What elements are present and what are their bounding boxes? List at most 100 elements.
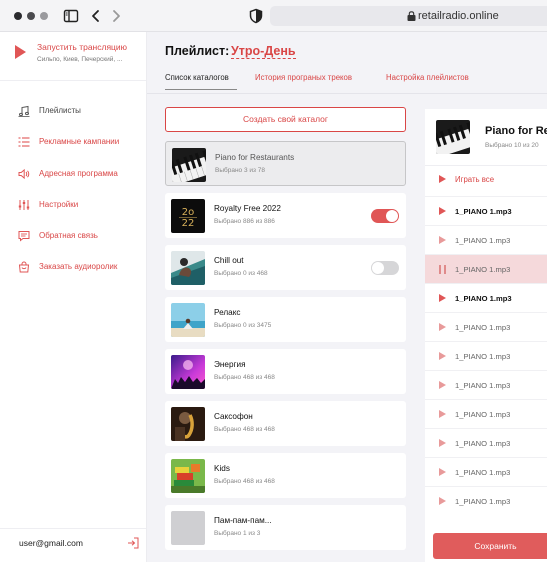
page-title: Плейлист: <box>165 44 230 58</box>
address-bar[interactable]: retailradio.online <box>270 6 547 26</box>
divider <box>0 80 146 81</box>
main-content: Плейлист: Утро-День Список каталогов Ист… <box>147 32 547 562</box>
back-arrow-icon[interactable] <box>88 8 104 24</box>
play-icon[interactable] <box>439 207 446 215</box>
catalog-thumbnail <box>171 355 205 389</box>
sidebar-menu: Плейлисты Рекламные кампании Адресная пр… <box>18 102 146 290</box>
play-all-label: Играть все <box>455 175 495 184</box>
minimize-window-button[interactable] <box>27 12 35 20</box>
track-row[interactable]: 1_PIANO 1.mp3 <box>425 283 547 312</box>
browser-toolbar: retailradio.online <box>0 0 547 32</box>
catalog-selected-count: Выбрано 886 из 886 <box>214 218 275 225</box>
track-row[interactable]: 1_PIANO 1.mp3 <box>425 370 547 399</box>
toggle-knob <box>372 262 384 274</box>
sidebar-item-order-audio[interactable]: Заказать аудиоролик <box>18 258 146 289</box>
active-tab-indicator <box>165 89 237 90</box>
track-name: 1_PIANO 1.mp3 <box>455 265 511 274</box>
sidebar-item-label: Заказать аудиоролик <box>39 262 118 272</box>
forward-arrow-icon[interactable] <box>108 8 124 24</box>
track-row[interactable]: 1_PIANO 1.mp3 <box>425 196 547 225</box>
lock-icon <box>407 11 416 21</box>
window-controls <box>14 12 48 20</box>
catalog-card-chill-out[interactable]: Chill out Выбрано 0 из 468 <box>165 245 406 290</box>
catalog-card-energy[interactable]: Энергия Выбрано 468 из 468 <box>165 349 406 394</box>
sidebar-item-address-program[interactable]: Адресная программа <box>18 165 146 196</box>
track-row[interactable]: 1_PIANO 1.mp3 <box>425 399 547 428</box>
sliders-icon <box>18 199 30 210</box>
sidebar-toggle-icon[interactable] <box>63 8 79 24</box>
track-row[interactable]: 1_PIANO 1.mp3 <box>425 341 547 370</box>
catalog-card-relax[interactable]: Релакс Выбрано 0 из 3475 <box>165 297 406 342</box>
track-row[interactable]: 1_PIANO 1.mp3 <box>425 312 547 341</box>
track-name: 1_PIANO 1.mp3 <box>455 497 511 506</box>
track-name: 1_PIANO 1.mp3 <box>455 294 512 303</box>
maximize-window-button[interactable] <box>40 12 48 20</box>
bag-icon <box>18 261 30 273</box>
play-icon[interactable] <box>439 497 446 505</box>
track-row[interactable]: 1_PIANO 1.mp3 <box>425 225 547 254</box>
catalog-name: Chill out <box>214 256 244 265</box>
playlist-name-selector[interactable]: Утро-День <box>231 44 296 59</box>
play-icon[interactable] <box>439 410 446 418</box>
track-row[interactable]: 1_PIANO 1.mp3 <box>425 457 547 486</box>
close-window-button[interactable] <box>14 12 22 20</box>
catalog-name: Саксофон <box>214 412 253 421</box>
create-catalog-button[interactable]: Создать свой каталог <box>165 107 406 132</box>
pause-icon[interactable] <box>439 265 447 274</box>
svg-text:22: 22 <box>182 218 195 229</box>
tab-catalog-list[interactable]: Список каталогов <box>165 73 229 82</box>
sidebar-item-label: Настройки <box>39 199 79 209</box>
sidebar: Запустить трансляцию Сильпо, Киев, Печер… <box>0 32 147 562</box>
play-icon[interactable] <box>439 439 446 447</box>
catalog-name: Энергия <box>214 360 246 369</box>
catalog-selected-count: Выбрано 468 из 468 <box>214 374 275 381</box>
track-row-playing[interactable]: 1_PIANO 1.mp3 <box>425 254 547 283</box>
play-icon[interactable] <box>439 352 446 360</box>
catalog-thumbnail <box>171 459 205 493</box>
tab-playlist-settings[interactable]: Настройка плейлистов <box>386 73 469 82</box>
catalog-card-saxophone[interactable]: Саксофон Выбрано 468 из 468 <box>165 401 406 446</box>
play-icon <box>439 175 446 183</box>
catalog-tracks-panel: Piano for Re Выбрано 10 из 20 Играть все… <box>425 109 547 562</box>
catalog-name: Kids <box>214 464 230 473</box>
track-row[interactable]: 1_PIANO 1.mp3 <box>425 486 547 515</box>
play-icon[interactable] <box>439 236 446 244</box>
play-all-button[interactable]: Играть все <box>425 166 547 194</box>
catalog-card-kids[interactable]: Kids Выбрано 468 из 468 <box>165 453 406 498</box>
catalog-card-custom[interactable]: Пам-пам-пам... Выбрано 1 из 3 <box>165 505 406 550</box>
panel-catalog-thumbnail <box>436 120 470 154</box>
play-icon[interactable] <box>439 468 446 476</box>
sidebar-item-feedback[interactable]: Обратная связь <box>18 227 146 258</box>
catalog-toggle[interactable] <box>371 261 399 275</box>
sidebar-item-ad-campaigns[interactable]: Рекламные кампании <box>18 133 146 164</box>
sidebar-item-label: Адресная программа <box>39 168 118 178</box>
play-icon[interactable] <box>439 381 446 389</box>
music-note-icon <box>18 105 30 117</box>
catalog-thumbnail-placeholder <box>171 511 205 545</box>
catalog-selected-count: Выбрано 3 из 78 <box>215 167 266 174</box>
logout-icon[interactable] <box>127 537 139 549</box>
start-broadcast-button[interactable]: Запустить трансляцию Сильпо, Киев, Печер… <box>15 42 145 72</box>
play-icon[interactable] <box>439 294 446 302</box>
play-icon[interactable] <box>439 323 446 331</box>
save-button[interactable]: Сохранить <box>433 533 547 559</box>
track-name: 1_PIANO 1.mp3 <box>455 381 511 390</box>
track-row[interactable]: 1_PIANO 1.mp3 <box>425 428 547 457</box>
catalog-selected-count: Выбрано 468 из 468 <box>214 478 275 485</box>
sidebar-item-settings[interactable]: Настройки <box>18 196 146 227</box>
catalog-card-piano[interactable]: Piano for Restaurants Выбрано 3 из 78 <box>165 141 406 186</box>
sidebar-item-label: Обратная связь <box>39 231 98 241</box>
sidebar-item-playlists[interactable]: Плейлисты <box>18 102 146 133</box>
catalog-thumbnail <box>171 303 205 337</box>
track-name: 1_PIANO 1.mp3 <box>455 323 511 332</box>
tab-played-history[interactable]: История програных треков <box>255 73 352 82</box>
catalog-toggle[interactable] <box>371 209 399 223</box>
panel-catalog-title: Piano for Re <box>485 125 547 137</box>
shield-icon[interactable] <box>248 8 264 24</box>
url-text: retailradio.online <box>418 10 499 22</box>
catalog-card-royalty-free[interactable]: 2o 22 Royalty Free 2022 Выбрано 886 из 8… <box>165 193 406 238</box>
track-name: 1_PIANO 1.mp3 <box>455 468 511 477</box>
track-name: 1_PIANO 1.mp3 <box>455 236 511 245</box>
catalog-name: Piano for Restaurants <box>215 153 295 162</box>
catalog-thumbnail <box>172 148 206 182</box>
